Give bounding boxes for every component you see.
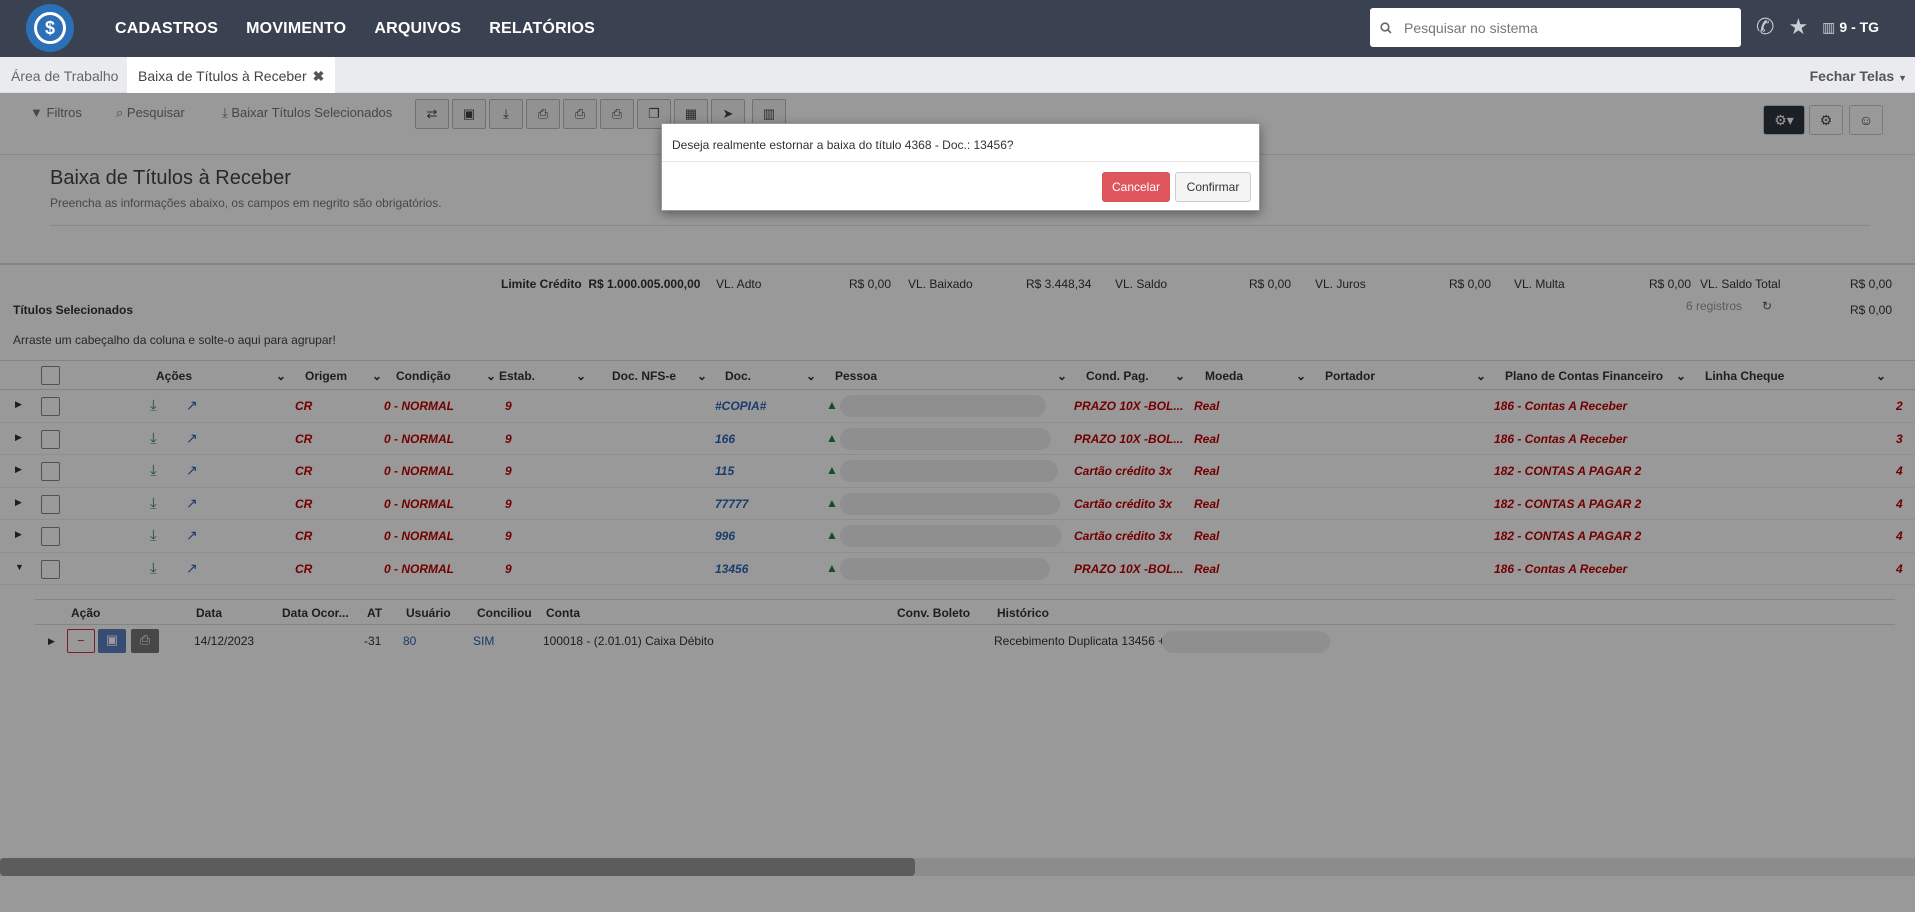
star-icon[interactable]: ★ bbox=[1788, 14, 1808, 40]
top-navbar: $ CADASTROS MOVIMENTO ARQUIVOS RELATÓRIO… bbox=[0, 0, 1915, 57]
search-input[interactable] bbox=[1404, 19, 1704, 36]
modal-overlay bbox=[0, 93, 1915, 912]
building-icon: ▥ bbox=[1822, 18, 1836, 35]
main-menu: CADASTROS MOVIMENTO ARQUIVOS RELATÓRIOS bbox=[115, 0, 623, 57]
menu-relatorios[interactable]: RELATÓRIOS bbox=[489, 20, 595, 38]
tab-baixa-titulos[interactable]: Baixa de Títulos à Receber ✖ bbox=[127, 57, 336, 93]
cancel-button[interactable]: Cancelar bbox=[1102, 172, 1170, 202]
dialog-message: Deseja realmente estornar a baixa do tít… bbox=[672, 138, 1014, 152]
menu-movimento[interactable]: MOVIMENTO bbox=[246, 20, 346, 38]
screen-tabs: Área de Trabalho Baixa de Títulos à Rece… bbox=[0, 57, 1915, 93]
menu-cadastros[interactable]: CADASTROS bbox=[115, 20, 218, 38]
menu-arquivos[interactable]: ARQUIVOS bbox=[374, 20, 461, 38]
confirm-dialog: Deseja realmente estornar a baixa do tít… bbox=[661, 123, 1260, 211]
tab-workarea[interactable]: Área de Trabalho bbox=[0, 57, 129, 93]
confirm-button[interactable]: Confirmar bbox=[1175, 172, 1251, 202]
dialog-divider bbox=[662, 161, 1259, 162]
close-icon[interactable]: ✖ bbox=[313, 68, 325, 84]
whatsapp-icon[interactable]: ✆ bbox=[1756, 14, 1774, 40]
search-icon bbox=[1380, 21, 1392, 34]
tab-label: Baixa de Títulos à Receber bbox=[138, 68, 307, 84]
company-selector[interactable]: 9 - TG bbox=[1839, 19, 1879, 35]
top-icons: ✆ ★ ▥ 9 - TG bbox=[1756, 14, 1879, 40]
close-all-tabs[interactable]: Fechar Telas ▼ bbox=[1810, 57, 1907, 93]
caret-down-icon: ▼ bbox=[1898, 73, 1907, 83]
global-search bbox=[1370, 8, 1741, 47]
app-logo[interactable]: $ bbox=[26, 4, 74, 52]
dollar-icon: $ bbox=[34, 12, 66, 44]
close-all-label: Fechar Telas bbox=[1809, 68, 1895, 84]
